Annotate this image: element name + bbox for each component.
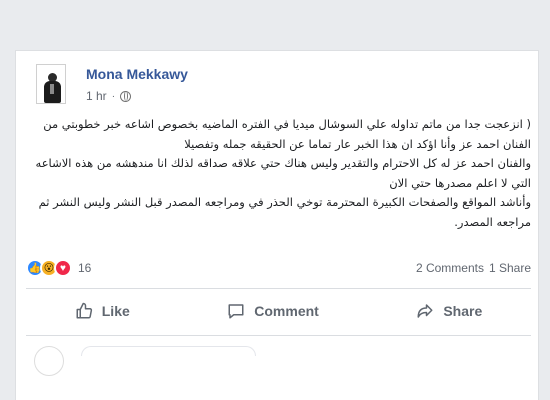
- comment-input[interactable]: [81, 346, 256, 356]
- author-name[interactable]: Mona Mekkawy: [86, 66, 188, 82]
- like-label: Like: [101, 303, 130, 319]
- post-actions: Like Comment Share: [26, 296, 531, 326]
- post-card: Mona Mekkawy 1 hr · ( انزعجت جدا من ماتم…: [15, 50, 539, 400]
- divider: [26, 335, 531, 336]
- share-label: Share: [443, 303, 483, 319]
- post-text: ( انزعجت جدا من ماتم تداوله علي السوشال …: [26, 115, 531, 232]
- engagement-counts: 2 Comments 1 Share: [416, 261, 531, 275]
- comments-count[interactable]: 2 Comments: [416, 261, 484, 275]
- meta-separator: ·: [111, 90, 116, 102]
- reactions-count[interactable]: 16: [78, 261, 91, 275]
- comment-button[interactable]: Comment: [227, 302, 319, 320]
- divider: [26, 288, 531, 289]
- post-paragraph: ( انزعجت جدا من ماتم تداوله علي السوشال …: [43, 117, 531, 151]
- post-paragraph: وأناشد المواقع والصفحات الكبيرة المحترمة…: [38, 195, 531, 229]
- post-meta: 1 hr ·: [86, 89, 132, 103]
- comment-icon: [228, 304, 244, 319]
- comment-composer: [26, 346, 531, 386]
- reaction-stats: 👍 😮 ♥ 16 2 Comments 1 Share: [26, 256, 531, 280]
- thumbs-up-icon: [76, 302, 92, 319]
- post-paragraph: والفنان احمد عز له كل الاحترام والتقدير …: [35, 156, 531, 190]
- avatar-figure-accent: [50, 84, 54, 94]
- shares-count[interactable]: 1 Share: [489, 261, 531, 275]
- love-icon[interactable]: ♥: [54, 259, 72, 277]
- post-time[interactable]: 1 hr: [86, 89, 107, 103]
- share-button[interactable]: Share: [416, 302, 482, 320]
- like-button[interactable]: Like: [75, 302, 130, 320]
- avatar[interactable]: [36, 64, 66, 104]
- reactions-summary[interactable]: 👍 😮 ♥ 16: [26, 259, 91, 277]
- viewer-avatar: [34, 346, 64, 376]
- globe-icon[interactable]: [120, 90, 132, 102]
- share-icon: [417, 304, 433, 318]
- comment-label: Comment: [254, 303, 319, 319]
